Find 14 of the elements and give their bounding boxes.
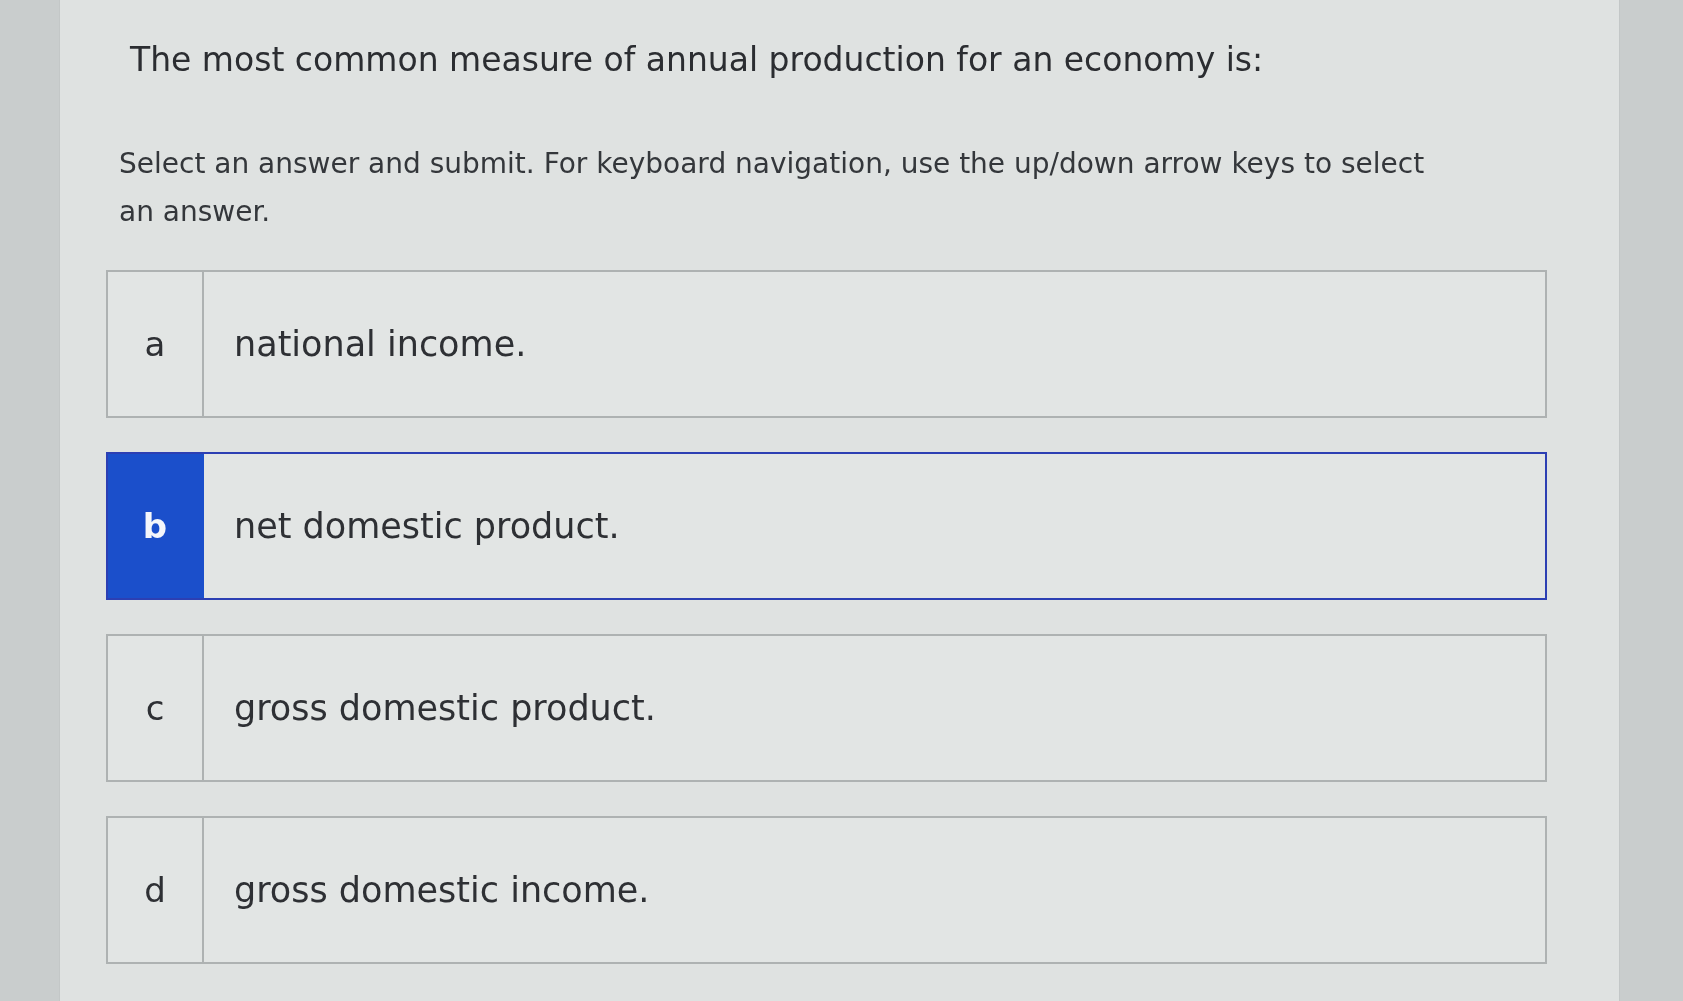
option-letter: a	[108, 272, 204, 416]
answer-option[interactable]: a national income.	[106, 270, 1547, 418]
option-text: gross domestic income.	[233, 869, 650, 912]
instructions-text: Select an answer and submit. For keyboard navigation, use the up/down arrow keys to select an answer.	[119, 146, 1426, 230]
answer-option[interactable]: c gross domestic product.	[106, 634, 1547, 782]
option-letter: c	[108, 636, 204, 780]
answer-option[interactable]: b net domestic product.	[106, 452, 1547, 600]
question-text: The most common measure of annual production for an economy is:	[130, 39, 1265, 81]
option-letter: d	[108, 818, 204, 962]
option-text: gross domestic product.	[233, 687, 656, 730]
answer-option[interactable]: d gross domestic income.	[106, 816, 1547, 964]
option-letter: b	[108, 454, 204, 598]
option-text: national income.	[233, 323, 527, 366]
option-text: net domestic product.	[233, 505, 620, 548]
